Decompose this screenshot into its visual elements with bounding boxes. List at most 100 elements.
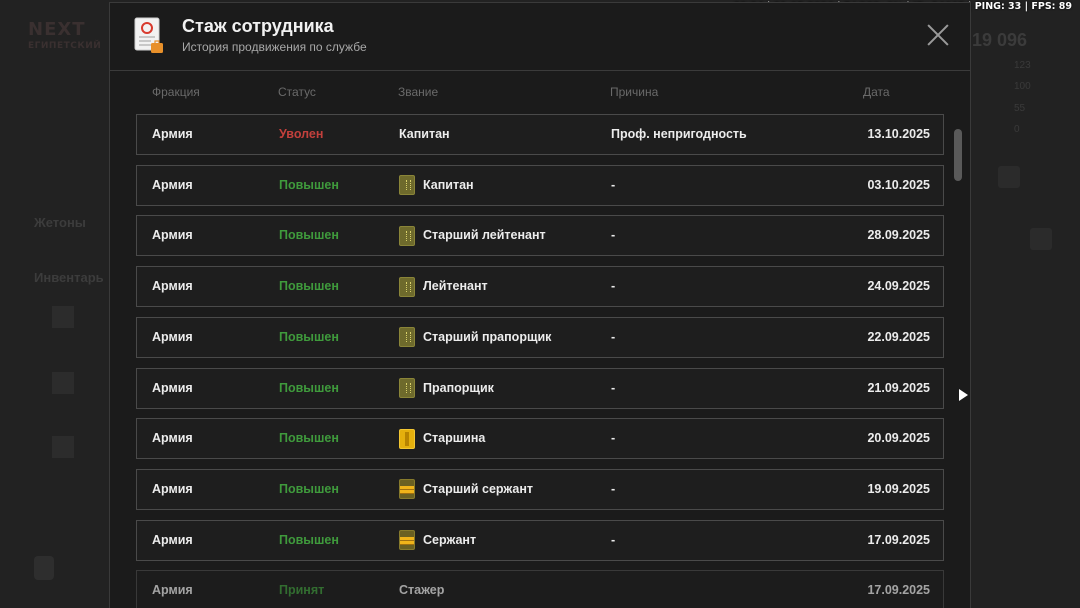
officer-stars-icon bbox=[399, 175, 415, 196]
modal-subtitle: История продвижения по службе bbox=[182, 40, 367, 54]
inventory-slot-icon bbox=[52, 306, 74, 328]
column-header-reason: Причина bbox=[610, 85, 659, 99]
faction-cell: Армия bbox=[152, 532, 193, 547]
rank-cell: Лейтенант bbox=[399, 267, 488, 306]
rank-label: Сержант bbox=[423, 532, 477, 547]
rank-cell: Старший лейтенант bbox=[399, 216, 546, 255]
rank-label: Лейтенант bbox=[423, 279, 488, 294]
date-cell: 13.10.2025 bbox=[867, 127, 930, 141]
table-row: Армия Уволен Капитан Проф. непригодность 13.… bbox=[136, 114, 944, 155]
date-cell: 17.09.2025 bbox=[867, 583, 930, 598]
rank-label: Старший сержант bbox=[423, 481, 534, 496]
rank-cell: Стажер bbox=[399, 571, 444, 608]
rank-label: Старшина bbox=[423, 431, 486, 446]
officer-stars-icon bbox=[399, 276, 415, 297]
date-cell: 21.09.2025 bbox=[867, 380, 930, 395]
date-cell: 22.09.2025 bbox=[867, 329, 930, 344]
column-header-faction: Фракция bbox=[152, 85, 200, 99]
money-counter: 19 096 bbox=[972, 30, 1028, 50]
scrollbar-thumb[interactable] bbox=[954, 129, 962, 181]
rank-cell: Сержант bbox=[399, 521, 476, 560]
server-logo: NEXT ЕГИПЕТСКИЙ bbox=[28, 19, 102, 52]
inventory-slot-icon bbox=[52, 372, 74, 394]
tokens-label: Жетоны bbox=[34, 215, 86, 230]
inventory-label: Инвентарь bbox=[34, 270, 104, 285]
faction-cell: Армия bbox=[152, 279, 193, 294]
status-cell: Повышен bbox=[279, 177, 339, 192]
rank-cell: Капитан bbox=[399, 115, 450, 154]
reason-cell: - bbox=[611, 481, 616, 496]
status-cell: Повышен bbox=[279, 329, 339, 344]
status-cell: Повышен bbox=[279, 380, 339, 395]
date-cell: 24.09.2025 bbox=[867, 279, 930, 294]
table-row: Армия Повышен Старший сержант - 19.09.2025 bbox=[136, 468, 944, 510]
status-cell: Принят bbox=[279, 583, 325, 598]
warrant-stars-icon bbox=[399, 327, 415, 348]
faction-cell: Армия bbox=[152, 481, 193, 496]
stat-value: 123 bbox=[1014, 60, 1031, 71]
rank-cell: Старшина bbox=[399, 419, 485, 458]
rank-label: Старший прапорщик bbox=[423, 329, 552, 344]
document-icon bbox=[134, 17, 163, 53]
backpack-icon bbox=[34, 556, 54, 580]
status-cell: Повышен bbox=[279, 481, 339, 496]
column-header-date: Дата bbox=[863, 85, 890, 99]
reason-cell: - bbox=[611, 532, 616, 547]
rank-cell: Прапорщик bbox=[399, 369, 494, 408]
reason-cell: - bbox=[611, 177, 616, 192]
sergeant-major-stripe-icon bbox=[399, 428, 415, 449]
officer-stars-icon bbox=[399, 225, 415, 246]
table-row: Армия Повышен Капитан - 03.10.2025 bbox=[136, 164, 944, 206]
status-cell: Уволен bbox=[279, 127, 324, 141]
rank-cell: Капитан bbox=[399, 166, 474, 205]
faction-cell: Армия bbox=[152, 127, 193, 141]
faction-cell: Армия bbox=[152, 177, 193, 192]
faction-cell: Армия bbox=[152, 380, 193, 395]
sergeant-stripes-icon bbox=[399, 479, 415, 500]
faction-cell: Армия bbox=[152, 431, 193, 446]
table-row: Армия Повышен Сержант - 17.09.2025 bbox=[136, 519, 944, 561]
rank-label: Старший лейтенант bbox=[423, 228, 546, 243]
rank-label: Прапорщик bbox=[423, 380, 494, 395]
stat-value: 0 bbox=[1014, 124, 1020, 135]
reason-cell: - bbox=[611, 431, 616, 446]
sergeant-stripes-icon bbox=[399, 530, 415, 551]
status-cell: Повышен bbox=[279, 431, 339, 446]
table-row: Армия Повышен Старший прапорщик - 22.09.2025 bbox=[136, 316, 944, 358]
table-row: Армия Повышен Лейтенант - 24.09.2025 bbox=[136, 266, 944, 308]
date-cell: 20.09.2025 bbox=[867, 431, 930, 446]
reason-cell: - bbox=[611, 329, 616, 344]
ticket-icon bbox=[998, 166, 1020, 188]
column-header-status: Статус bbox=[278, 85, 316, 99]
rank-label: Капитан bbox=[399, 127, 450, 141]
mouse-cursor bbox=[959, 389, 968, 401]
bell-icon bbox=[1030, 228, 1052, 250]
faction-cell: Армия bbox=[152, 329, 193, 344]
reason-cell: - bbox=[611, 228, 616, 243]
table-row: Армия Повышен Прапорщик - 21.09.2025 bbox=[136, 367, 944, 409]
table-row: Армия Принят Стажер 17.09.2025 bbox=[136, 570, 944, 608]
table-row: Армия Повышен Старшина - 20.09.2025 bbox=[136, 418, 944, 460]
date-cell: 28.09.2025 bbox=[867, 228, 930, 243]
status-cell: Повышен bbox=[279, 532, 339, 547]
status-cell: Повышен bbox=[279, 228, 339, 243]
close-button[interactable] bbox=[926, 23, 950, 47]
reason-cell: - bbox=[611, 380, 616, 395]
column-header-rank: Звание bbox=[398, 85, 439, 99]
rank-cell: Старший сержант bbox=[399, 470, 533, 509]
employee-seniority-modal: Стаж сотрудника История продвижения по с… bbox=[109, 2, 971, 608]
reason-cell: - bbox=[611, 279, 616, 294]
modal-header: Стаж сотрудника История продвижения по с… bbox=[110, 3, 970, 71]
warrant-stars-icon bbox=[399, 378, 415, 398]
status-cell: Повышен bbox=[279, 279, 339, 294]
rank-label: Капитан bbox=[423, 177, 474, 192]
inventory-slot-icon bbox=[52, 436, 74, 458]
rank-label: Стажер bbox=[399, 583, 445, 598]
date-cell: 03.10.2025 bbox=[867, 177, 930, 192]
table-row: Армия Повышен Старший лейтенант - 28.09.2025 bbox=[136, 215, 944, 257]
rank-cell: Старший прапорщик bbox=[399, 318, 551, 357]
stat-value: 55 bbox=[1014, 103, 1026, 114]
faction-cell: Армия bbox=[152, 228, 193, 243]
faction-cell: Армия bbox=[152, 583, 193, 598]
date-cell: 19.09.2025 bbox=[867, 481, 930, 496]
